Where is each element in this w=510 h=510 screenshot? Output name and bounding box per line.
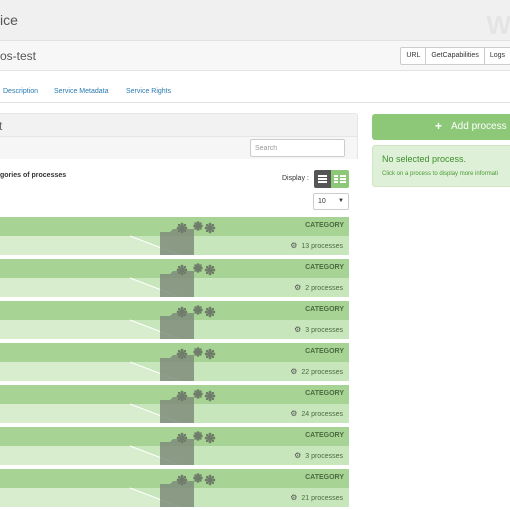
row-count: ⚙ 13 processes [290,241,343,250]
row-count: ⚙ 3 processes [294,451,343,460]
list-item[interactable]: CATEGORY ⚙ 3 processes [0,427,349,465]
gears-icon: ⚙ [294,325,302,334]
get-capabilities-button[interactable]: GetCapabilities [425,47,485,65]
list-item[interactable]: CATEGORY ⚙ 3 processes [0,301,349,339]
row-count: ⚙ 2 processes [294,283,343,292]
gears-icon: ⚙ [294,283,302,292]
gears-icon: ⚙ [294,451,302,460]
row-count-text: 2 processes [305,285,343,292]
add-process-button[interactable]: + Add process [372,114,510,140]
list-item[interactable]: CATEGORY ⚙ 2 processes [0,259,349,297]
no-selection-heading: No selected process. [382,154,467,164]
folder-gears-icon [160,347,216,381]
row-count-text: 21 processes [301,495,343,502]
row-category: CATEGORY [305,222,344,229]
row-count: ⚙ 22 processes [290,367,343,376]
service-header: os-test URL GetCapabilities Logs [0,41,510,71]
add-process-label: Add process [451,121,507,132]
folder-gears-icon [160,305,216,339]
grid-view-icon[interactable] [331,170,349,188]
service-name: os-test [0,49,37,63]
row-category: CATEGORY [305,348,344,355]
list-item[interactable]: CATEGORY ⚙ 24 processes [0,385,349,423]
page-size-value: 10 [318,198,326,205]
app-logo: W [486,10,510,40]
folder-gears-icon [160,431,216,465]
categories-label: gories of processes [0,172,67,179]
folder-gears-icon [160,473,216,507]
chevron-down-icon: ▼ [338,198,344,204]
search-input[interactable] [250,139,345,157]
row-category: CATEGORY [305,264,344,271]
folder-gears-icon [160,389,216,423]
panel-title: t [0,119,3,133]
page-size-select[interactable]: 10 ▼ [313,193,349,210]
logs-button[interactable]: Logs [483,47,510,65]
list-item[interactable]: CATEGORY ⚙ 22 processes [0,343,349,381]
row-category: CATEGORY [305,306,344,313]
row-count-text: 3 processes [305,453,343,460]
panel-header: t [0,113,358,137]
gears-icon: ⚙ [290,493,298,502]
list-view-icon[interactable] [314,170,331,188]
row-category: CATEGORY [305,474,344,481]
url-button[interactable]: URL [400,47,427,65]
tab-description[interactable]: Description [3,88,38,95]
service-tabs: Description Service Metadata Service Rig… [0,71,510,103]
row-count: ⚙ 24 processes [290,409,343,418]
display-label: Display : [282,175,309,182]
gears-icon: ⚙ [290,367,298,376]
row-count-text: 3 processes [305,327,343,334]
row-count-text: 22 processes [301,369,343,376]
service-actions: URL GetCapabilities Logs [400,47,510,65]
row-count-text: 13 processes [301,243,343,250]
gears-icon: ⚙ [290,241,298,250]
tab-service-metadata[interactable]: Service Metadata [54,88,108,95]
row-category: CATEGORY [305,432,344,439]
search-row [0,137,358,159]
no-selection-hint: Click on a process to display more infor… [382,171,499,177]
gears-icon: ⚙ [290,409,298,418]
row-count-text: 24 processes [301,411,343,418]
folder-gears-icon [160,221,216,255]
row-category: CATEGORY [305,390,344,397]
top-bar: ice W [0,0,510,41]
row-count: ⚙ 21 processes [290,493,343,502]
tab-service-rights[interactable]: Service Rights [126,88,171,95]
row-count: ⚙ 3 processes [294,325,343,334]
selection-info: No selected process. Click on a process … [372,145,510,187]
page-title: ice [0,12,18,28]
list-item[interactable]: CATEGORY ⚙ 13 processes [0,217,349,255]
list-item[interactable]: CATEGORY ⚙ 21 processes [0,469,349,507]
folder-gears-icon [160,263,216,297]
plus-icon: + [435,119,443,133]
